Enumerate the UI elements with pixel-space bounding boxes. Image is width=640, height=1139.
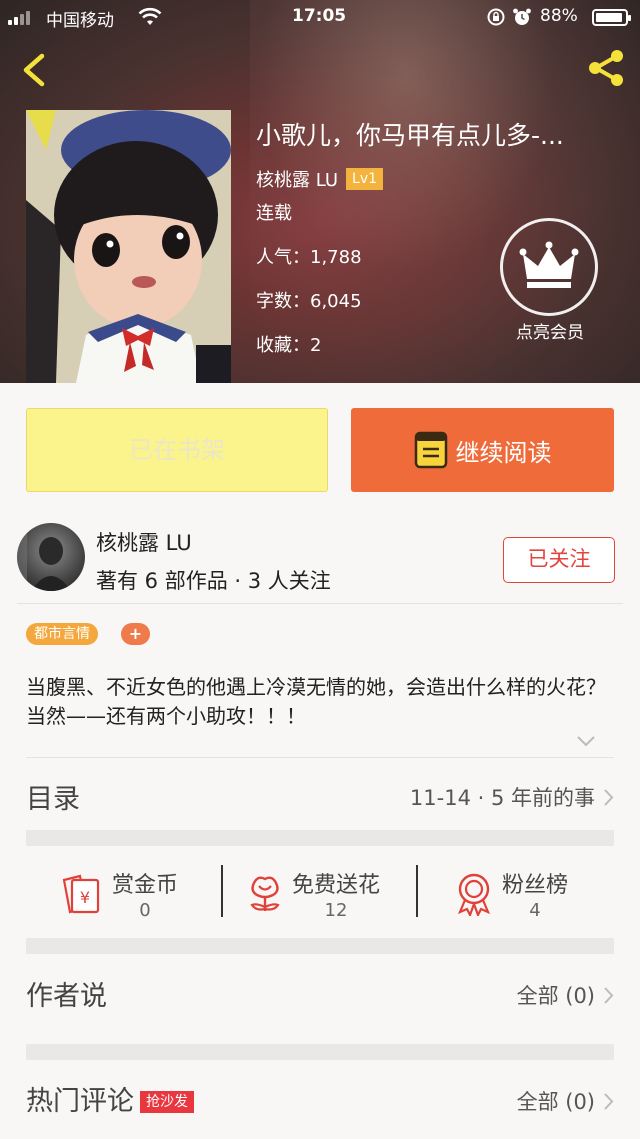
author-avatar[interactable] [17, 523, 85, 591]
book-title: 小歌儿，你马甲有点儿多-... [256, 121, 564, 150]
divider [416, 865, 418, 917]
continue-reading-label: 继续阅读 [455, 438, 552, 467]
chevron-right-icon [604, 788, 614, 806]
alarm-icon [513, 8, 531, 25]
medal-icon [457, 873, 491, 916]
genre-tag[interactable]: 都市言情 [26, 623, 98, 645]
divider [221, 865, 223, 917]
follow-button[interactable]: 已关注 [503, 537, 615, 583]
divider [26, 757, 614, 758]
clock: 17:05 [292, 6, 347, 26]
section-gap [26, 938, 614, 954]
hot-comments-header[interactable]: 热门评论 抢沙发 [26, 1079, 194, 1118]
catalog-link[interactable]: 11-14 · 5 年前的事 [410, 782, 614, 812]
rotation-lock-icon [487, 8, 505, 26]
synopsis: 当腹黑、不近女色的他遇上冷漠无情的她，会造出什么样的火花？当然——还有两个小助攻… [26, 675, 606, 728]
author-name[interactable]: 核桃露 LU [96, 527, 192, 557]
carrier-label: 中国移动 [46, 11, 114, 31]
battery-percent: 88% [540, 6, 578, 26]
fan-ranking[interactable]: 粉丝榜 4 [454, 849, 568, 939]
flower-icon [250, 876, 280, 911]
gift-count: 12 [324, 900, 348, 921]
gold-coin-reward[interactable]: ¥ 赏金币 0 [58, 849, 178, 939]
book-icon [414, 431, 447, 469]
svg-text:¥: ¥ [80, 888, 90, 907]
battery-icon [592, 9, 631, 26]
gift-count: 4 [529, 900, 541, 921]
back-icon[interactable] [14, 48, 54, 92]
gift-name: 免费送花 [292, 873, 381, 898]
wifi-icon [138, 7, 162, 25]
vip-label: 点亮会员 [516, 323, 584, 343]
red-envelope-icon: ¥ [62, 874, 100, 914]
continue-reading-button[interactable]: 继续阅读 [351, 408, 614, 492]
status-bar: 中国移动 17:05 88% [0, 0, 640, 36]
hot-comments-all-link[interactable]: 全部 (0) [517, 1086, 614, 1116]
catalog-label[interactable]: 目录 [26, 777, 80, 816]
gift-text: 免费送花 12 [292, 867, 380, 921]
catalog-latest: 11-14 · 5 年前的事 [409, 786, 595, 810]
author-works: 著有 6 部作品 · 3 人关注 [96, 569, 331, 593]
gift-count: 0 [139, 900, 151, 921]
divider [17, 603, 623, 604]
chevron-down-icon[interactable] [576, 734, 596, 748]
section-gap [26, 830, 614, 846]
vip-button[interactable]: 点亮会员 [500, 218, 600, 343]
gift-text: 粉丝榜 4 [502, 867, 568, 921]
chevron-right-icon [604, 1092, 614, 1110]
crown-icon [500, 218, 598, 316]
section-gap [26, 1044, 614, 1060]
signal-icon [8, 11, 30, 25]
author-says-label[interactable]: 作者说 [26, 974, 107, 1013]
book-cover[interactable] [26, 110, 231, 383]
add-tag-button[interactable]: + [121, 623, 150, 645]
gift-name: 粉丝榜 [502, 873, 569, 898]
hot-comments-all: 全部 (0) [516, 1090, 595, 1114]
gift-row: ¥ 赏金币 0 免费送花 12 粉丝榜 4 [26, 849, 614, 939]
free-flower[interactable]: 免费送花 12 [246, 849, 380, 939]
author-says-all-link[interactable]: 全部 (0) [517, 980, 614, 1010]
hot-comments-label: 热门评论 [26, 1086, 134, 1117]
author-row: 核桃露 LU Lv1 [256, 166, 636, 192]
share-icon[interactable] [584, 48, 628, 88]
sofa-badge[interactable]: 抢沙发 [140, 1091, 194, 1113]
book-header: 中国移动 17:05 88% 小歌儿，你马甲有点儿多-... 核桃露 LU Lv… [0, 0, 640, 383]
level-badge: Lv1 [346, 168, 384, 190]
cover-image [26, 110, 231, 383]
gift-name: 赏金币 [112, 873, 179, 898]
book-author[interactable]: 核桃露 LU [256, 166, 338, 192]
chevron-right-icon [604, 986, 614, 1004]
author-says-all: 全部 (0) [516, 984, 595, 1008]
in-shelf-button[interactable]: 已在书架 [26, 408, 328, 492]
gift-text: 赏金币 0 [112, 867, 178, 921]
